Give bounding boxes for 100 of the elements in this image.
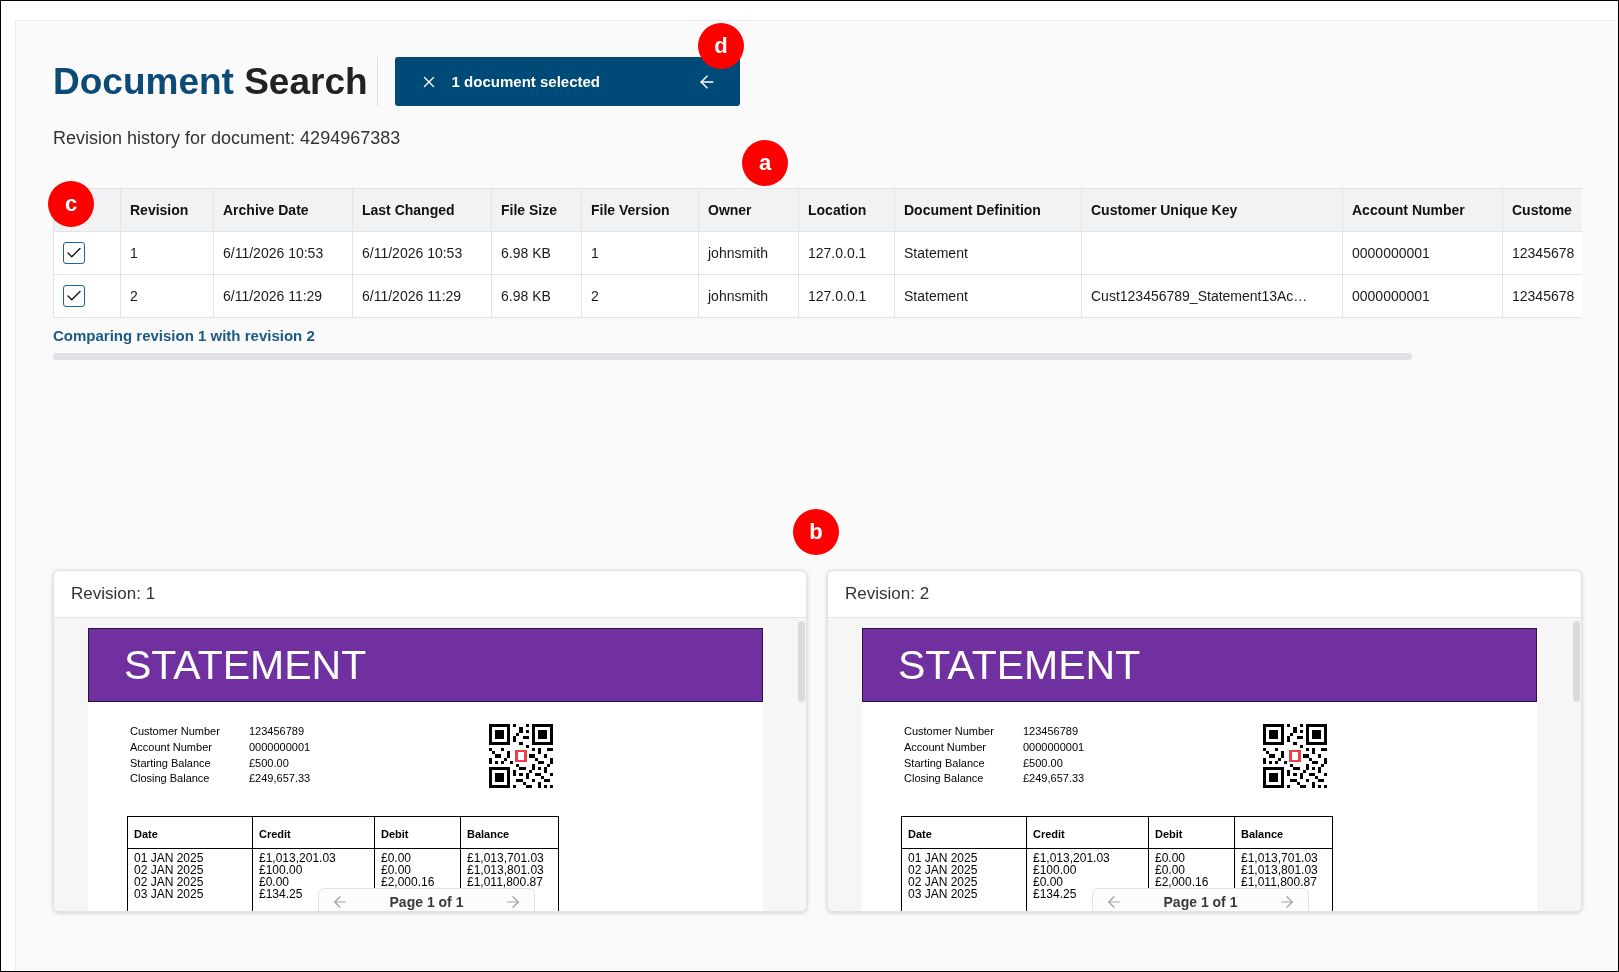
table-cell: 12345678 <box>1512 245 1575 261</box>
table-cell-text: £0.00 <box>381 864 413 876</box>
table-cell: 0000000001 <box>1352 288 1430 304</box>
table-cell-text: 02 JAN 2025 <box>908 876 979 888</box>
row-checkbox[interactable] <box>63 242 85 264</box>
column-header: File Size <box>501 202 558 218</box>
page-indicator: Page 1 of 1 <box>389 893 464 911</box>
subtitle: Revision history for document: 4294967383 <box>53 128 401 148</box>
column-header: Customer Unique Key <box>1091 202 1238 218</box>
table-cell: 6/11/2026 11:29 <box>223 288 323 304</box>
table-cell-text: £0.00 <box>259 876 291 888</box>
info-value: £249,657.33 <box>1023 772 1085 786</box>
table-cell-text: 02 JAN 2025 <box>134 864 205 876</box>
page-title: Document Search <box>53 59 368 104</box>
table-cell-text: £0.00 <box>1155 852 1187 864</box>
column-header: Revision <box>130 202 189 218</box>
table-cell-text: £1,011,800.87 <box>467 876 544 888</box>
info-label: Customer Number <box>130 725 221 739</box>
info-label: Customer Number <box>904 725 995 739</box>
table-cell-text: 02 JAN 2025 <box>134 876 205 888</box>
table-cell-text: £1,011,800.87 <box>1241 876 1318 888</box>
table-cell-text: £0.00 <box>381 852 413 864</box>
table-cell-text: £134.25 <box>1033 888 1078 900</box>
info-label: Starting Balance <box>904 756 986 770</box>
page-indicator: Page 1 of 1 <box>1163 893 1238 911</box>
info-value: 123456789 <box>1023 725 1079 739</box>
table-cell: 1 <box>130 245 138 261</box>
table-cell-text: 03 JAN 2025 <box>908 888 979 900</box>
column-header: Archive Date <box>223 202 309 218</box>
statement-title: STATEMENT <box>898 643 1141 687</box>
table-cell-text: £100.00 <box>1033 864 1077 876</box>
column-header: File Version <box>591 202 670 218</box>
arrow-right-icon <box>1278 893 1296 911</box>
info-label: Account Number <box>904 741 987 755</box>
table-cell: johnsmith <box>708 288 768 304</box>
qr-code <box>1263 724 1327 788</box>
info-label: Closing Balance <box>904 772 985 786</box>
column-header: Last Changed <box>362 202 455 218</box>
column-header: Account Number <box>1352 202 1465 218</box>
column-header: Credit <box>1033 827 1065 840</box>
table-cell-text: £0.00 <box>1155 864 1187 876</box>
info-value: £249,657.33 <box>249 772 311 786</box>
info-value: £500.00 <box>249 756 289 770</box>
panel-title: Revision: 2 <box>845 584 930 604</box>
column-header: Debit <box>1155 827 1183 840</box>
info-label: Account Number <box>130 741 213 755</box>
table-cell: 2 <box>130 288 138 304</box>
selection-count: 1 document selected <box>451 72 600 91</box>
info-value: 0000000001 <box>1023 741 1085 755</box>
column-header: Date <box>908 827 932 840</box>
table-cell-text: £1,013,201.03 <box>1033 852 1111 864</box>
table-cell: Statement <box>904 245 968 261</box>
table-cell: 12345678 <box>1512 288 1575 304</box>
table-cell-text: £1,013,801.03 <box>1241 864 1319 876</box>
comparison-note: Comparing revision 1 with revision 2 <box>53 327 315 344</box>
table-cell-text: £1,013,801.03 <box>467 864 545 876</box>
column-header: Owner <box>708 202 752 218</box>
table-cell-text: £100.00 <box>259 864 303 876</box>
table-cell: 6/11/2026 10:53 <box>362 245 463 261</box>
table-cell-text: 01 JAN 2025 <box>908 852 979 864</box>
column-header: Debit <box>381 827 409 840</box>
table-cell: 6.98 KB <box>501 288 551 304</box>
table-cell: Cust123456789_Statement13Ac… <box>1091 288 1308 304</box>
statement-title: STATEMENT <box>124 643 367 687</box>
info-label: Starting Balance <box>130 756 212 770</box>
table-cell: 0000000001 <box>1352 245 1430 261</box>
column-header: Balance <box>467 827 510 840</box>
table-cell-text: £2,000.16 <box>381 876 436 888</box>
table-cell-text: 02 JAN 2025 <box>908 864 979 876</box>
table-cell: johnsmith <box>708 245 768 261</box>
table-cell: 1 <box>591 245 599 261</box>
table-cell-text: £134.25 <box>259 888 304 900</box>
column-header: Date <box>134 827 158 840</box>
table-cell: 6/11/2026 10:53 <box>223 245 324 261</box>
table-cell: 127.0.0.1 <box>808 288 867 304</box>
table-cell: 2 <box>591 288 599 304</box>
table-cell-text: £1,013,201.03 <box>259 852 337 864</box>
table-cell-text: £1,013,701.03 <box>467 852 545 864</box>
table-cell-text: £1,013,701.03 <box>1241 852 1319 864</box>
info-value: £500.00 <box>1023 756 1063 770</box>
column-header: Location <box>808 202 867 218</box>
table-cell: 6/11/2026 11:29 <box>362 288 462 304</box>
column-header: Credit <box>259 827 291 840</box>
column-header: Document Definition <box>904 202 1041 218</box>
table-cell: 6.98 KB <box>501 245 551 261</box>
table-cell-text: 01 JAN 2025 <box>134 852 205 864</box>
table-cell-text: £2,000.16 <box>1155 876 1210 888</box>
table-cell: 127.0.0.1 <box>808 245 867 261</box>
table-cell-text: 03 JAN 2025 <box>134 888 205 900</box>
info-value: 123456789 <box>249 725 305 739</box>
info-label: Closing Balance <box>130 772 211 786</box>
panel-title: Revision: 1 <box>71 584 156 604</box>
qr-code <box>489 724 553 788</box>
table-cell-text: £0.00 <box>1033 876 1065 888</box>
info-value: 0000000001 <box>249 741 311 755</box>
column-header: Custome <box>1512 202 1572 218</box>
table-cell: Statement <box>904 288 968 304</box>
row-checkbox[interactable] <box>63 285 85 307</box>
column-header: Balance <box>1241 827 1284 840</box>
arrow-right-icon <box>504 893 522 911</box>
